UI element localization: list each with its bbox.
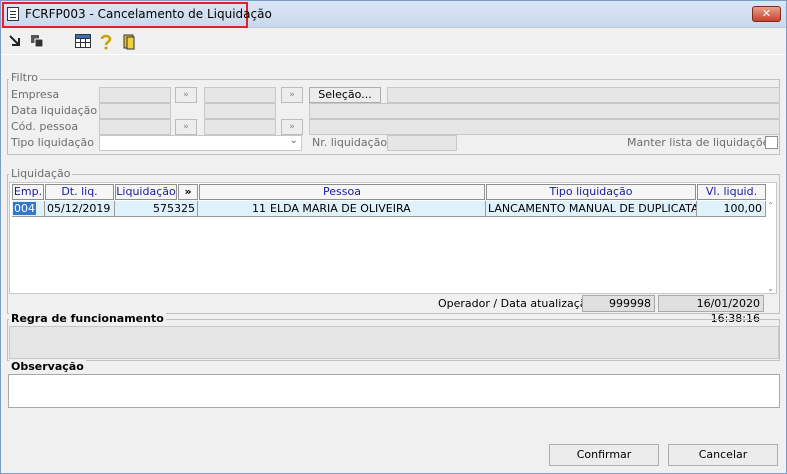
document-icon [7,7,19,21]
cell-pessoa[interactable]: ELDA MARIA DE OLIVEIRA [268,201,486,217]
scroll-up-icon[interactable]: ⌃ [767,201,774,210]
nr-liquidacao-label: Nr. liquidação [312,136,388,149]
copy-icon[interactable] [29,34,45,50]
cancelar-button[interactable]: Cancelar [668,444,778,466]
exit-icon[interactable] [7,34,23,50]
empresa-to-search-button[interactable]: » [281,87,303,103]
door-icon[interactable] [122,34,138,50]
col-header-liquidacao[interactable]: Liquidação [115,184,177,200]
empresa-from-search-button[interactable]: » [175,87,197,103]
liquidacao-group-label: Liquidação [9,167,73,180]
cod-pessoa-to-field[interactable] [204,119,276,135]
data-liquidacao-extra-field[interactable] [309,103,780,119]
regra-label: Regra de funcionamento [9,312,166,325]
cell-vl-liquid[interactable]: 100,00 [697,201,766,217]
data-atualizacao-field: 16/01/2020 16:38:16 [658,295,764,325]
operador-label: Operador / Data atualização [438,297,594,310]
grid-icon[interactable] [75,34,91,50]
cell-dt-liq[interactable]: 05/12/2019 [45,201,115,217]
help-icon[interactable] [98,34,114,50]
toolbar [1,29,786,53]
title-bar: FCRFP003 - Cancelamento de Liquidação ✕ [1,1,786,28]
tipo-liquidacao-select[interactable]: ⌄ [99,135,302,151]
cod-pessoa-from-field[interactable] [99,119,171,135]
data-liquidacao-to-field[interactable] [204,103,276,119]
manter-lista-label: Manter lista de liquidações [627,136,776,149]
col-header-tipo-liquidacao[interactable]: Tipo liquidação [486,184,696,200]
cell-emp[interactable]: 004 [12,201,45,217]
close-button[interactable]: ✕ [752,6,781,22]
col-header-more[interactable]: » [178,184,198,200]
scroll-down-icon[interactable]: ⌄ [767,284,774,293]
observacao-textarea[interactable] [8,374,780,408]
cod-pessoa-label: Cód. pessoa [11,120,79,133]
empresa-label: Empresa [11,88,60,101]
col-header-vl-liquid[interactable]: Vl. liquid. [697,184,766,200]
toolbar-separator [1,54,786,55]
col-header-dt-liq[interactable]: Dt. liq. [45,184,114,200]
app-window: FCRFP003 - Cancelamento de Liquidação ✕ … [0,0,787,474]
liquidacao-grid[interactable]: Emp. Dt. liq. Liquidação » Pessoa Tipo l… [9,182,777,294]
tipo-liquidacao-label: Tipo liquidação [11,136,95,149]
operador-field: 999998 [582,295,655,312]
selecao-button[interactable]: Seleção... [309,87,381,103]
data-liquidacao-from-field[interactable] [99,103,171,119]
data-liquidacao-label: Data liquidação [11,104,98,117]
regra-field [9,326,779,359]
empresa-to-field[interactable] [204,87,276,103]
grid-scrollbar[interactable]: ⌃ ⌄ [764,201,776,293]
col-header-emp[interactable]: Emp. [12,184,44,200]
cod-pessoa-to-search-button[interactable]: » [281,119,303,135]
cod-pessoa-from-search-button[interactable]: » [175,119,197,135]
cod-pessoa-extra-field[interactable] [309,119,780,135]
manter-lista-checkbox[interactable] [765,136,778,149]
empresa-from-field[interactable] [99,87,171,103]
nr-liquidacao-field[interactable] [387,135,457,151]
window-title: FCRFP003 - Cancelamento de Liquidação [25,7,272,21]
cell-cod-pessoa[interactable]: 11 [198,201,268,217]
col-header-pessoa[interactable]: Pessoa [199,184,485,200]
cell-tipo-liquidacao[interactable]: LANCAMENTO MANUAL DE DUPLICATA [486,201,697,217]
filtro-group-label: Filtro [9,71,40,84]
selecao-field[interactable] [387,87,780,103]
observacao-label: Observação [9,360,86,373]
chevron-down-icon: ⌄ [289,135,298,146]
confirmar-button[interactable]: Confirmar [549,444,659,466]
cell-liquidacao[interactable]: 575325 [115,201,198,217]
